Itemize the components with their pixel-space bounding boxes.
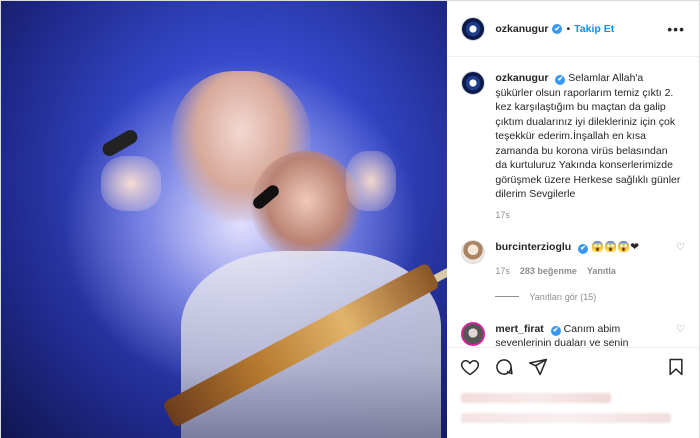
comment-icon[interactable] <box>493 356 515 378</box>
view-replies[interactable]: Yanıtları gör (15) <box>495 292 685 302</box>
replies-divider <box>495 296 520 297</box>
share-icon[interactable] <box>527 356 549 378</box>
view-replies-label[interactable]: Yanıtları gör (15) <box>529 292 596 302</box>
caption-text-block: ozkanugur ✔ Selamlar Allah'a şükürler ol… <box>495 71 681 202</box>
comment-username[interactable]: mert_firat <box>495 323 543 335</box>
post-sidebar: ozkanugur ✔ • Takip Et ••• ozkanugur ✔ S… <box>447 1 699 438</box>
header-username[interactable]: ozkanugur <box>495 23 548 35</box>
commenter-avatar[interactable] <box>461 239 486 264</box>
blurred-line <box>461 393 612 403</box>
raised-hand <box>346 151 396 211</box>
caption-time: 17s <box>495 209 510 220</box>
comment-meta: 17s 283 beğenme Yanıtla <box>495 264 663 278</box>
commenter-avatar[interactable] <box>461 321 486 346</box>
comment-text: 😱😱😱❤ <box>591 240 640 253</box>
follow-button[interactable]: Takip Et <box>574 23 614 35</box>
comments-list[interactable]: ozkanugur ✔ Selamlar Allah'a şükürler ol… <box>447 57 699 347</box>
comment-body: burcinterzioglu ✔ 😱😱😱❤ 17s 283 beğenme Y… <box>495 240 663 278</box>
caption-text: Selamlar Allah'a şükürler olsun raporlar… <box>495 72 681 200</box>
comment-item: mert_firat ✔ Canım abim sevenlerinin dua… <box>461 321 685 348</box>
verified-icon: ✔ <box>555 75 566 86</box>
comment-item: burcinterzioglu ✔ 😱😱😱❤ 17s 283 beğenme Y… <box>461 239 685 278</box>
post-header: ozkanugur ✔ • Takip Et ••• <box>447 1 699 57</box>
caption-username[interactable]: ozkanugur <box>495 72 548 84</box>
verified-icon: ✔ <box>550 325 561 336</box>
comment-likes[interactable]: 283 beğenme <box>520 264 577 278</box>
comment-like-heart-icon[interactable]: ♡ <box>676 242 685 253</box>
heart-icon[interactable] <box>459 356 481 378</box>
comment-body: mert_firat ✔ Canım abim sevenlerinin dua… <box>495 322 663 348</box>
singer-hand <box>101 156 161 211</box>
comment-time: 17s <box>495 265 510 276</box>
blurred-line <box>461 413 672 423</box>
bookmark-icon[interactable] <box>665 356 687 378</box>
caption-avatar[interactable] <box>461 71 486 95</box>
blurred-footer <box>447 385 699 438</box>
avatar[interactable] <box>461 16 486 41</box>
guitarist-face <box>251 151 361 261</box>
reply-button[interactable]: Yanıtla <box>587 264 616 278</box>
action-bar <box>447 347 699 385</box>
comment-username[interactable]: burcinterzioglu <box>495 241 571 253</box>
verified-icon: ✔ <box>578 243 589 254</box>
verified-icon: ✔ <box>552 23 563 34</box>
comment-like-heart-icon[interactable]: ♡ <box>676 324 685 335</box>
caption: ozkanugur ✔ Selamlar Allah'a şükürler ol… <box>461 71 685 202</box>
instagram-post: ozkanugur ✔ • Takip Et ••• ozkanugur ✔ S… <box>0 0 700 438</box>
separator-dot: • <box>566 22 571 35</box>
more-options-icon[interactable]: ••• <box>667 21 685 37</box>
post-image[interactable] <box>1 1 448 438</box>
